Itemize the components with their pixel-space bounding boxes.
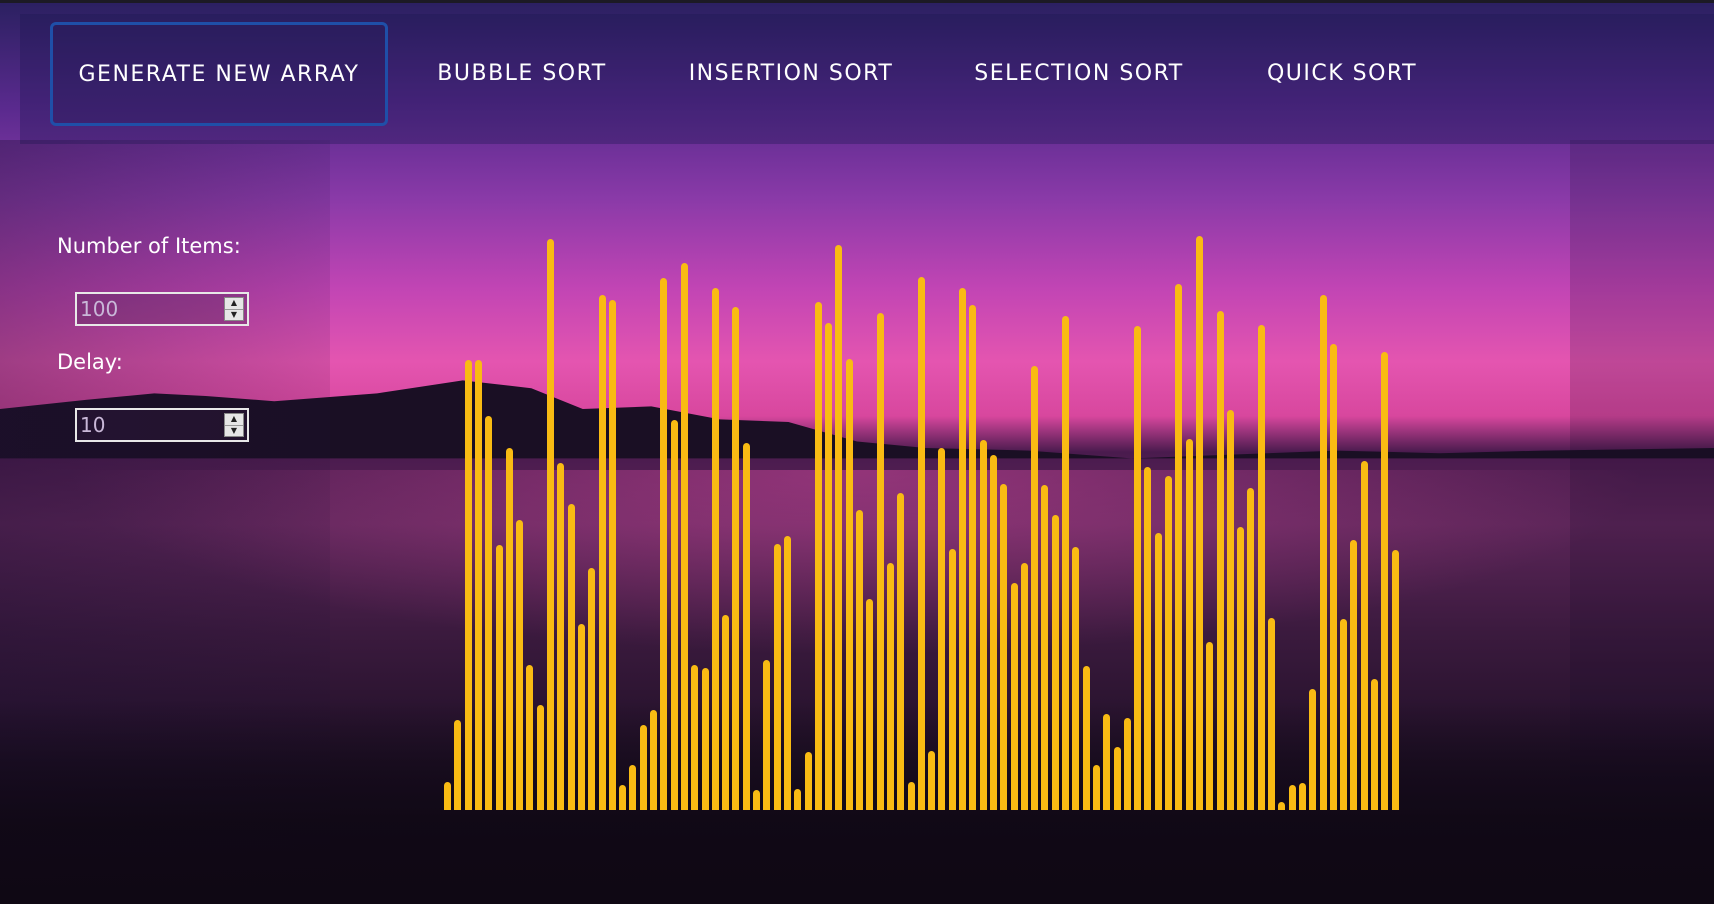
items-label: Number of Items:	[57, 234, 241, 258]
top-edge	[0, 0, 1714, 3]
bubble-sort-button[interactable]: BUBBLE SORT	[430, 22, 614, 124]
items-stepper[interactable]: ▲ ▼	[224, 297, 244, 321]
background-shadow	[0, 700, 1714, 904]
chevron-down-icon[interactable]: ▼	[225, 310, 243, 321]
items-input-value: 100	[80, 297, 119, 321]
chevron-up-icon[interactable]: ▲	[225, 298, 243, 310]
quick-sort-button[interactable]: QUICK SORT	[1258, 22, 1426, 124]
chevron-down-icon[interactable]: ▼	[225, 426, 243, 437]
delay-stepper[interactable]: ▲ ▼	[224, 413, 244, 437]
delay-input[interactable]: 10 ▲ ▼	[75, 408, 249, 442]
delay-label: Delay:	[57, 350, 123, 374]
generate-new-array-button[interactable]: GENERATE NEW ARRAY	[50, 22, 388, 126]
chevron-up-icon[interactable]: ▲	[225, 414, 243, 426]
delay-input-value: 10	[80, 413, 106, 437]
selection-sort-button[interactable]: SELECTION SORT	[966, 22, 1192, 124]
items-input[interactable]: 100 ▲ ▼	[75, 292, 249, 326]
insertion-sort-button[interactable]: INSERTION SORT	[682, 22, 900, 124]
